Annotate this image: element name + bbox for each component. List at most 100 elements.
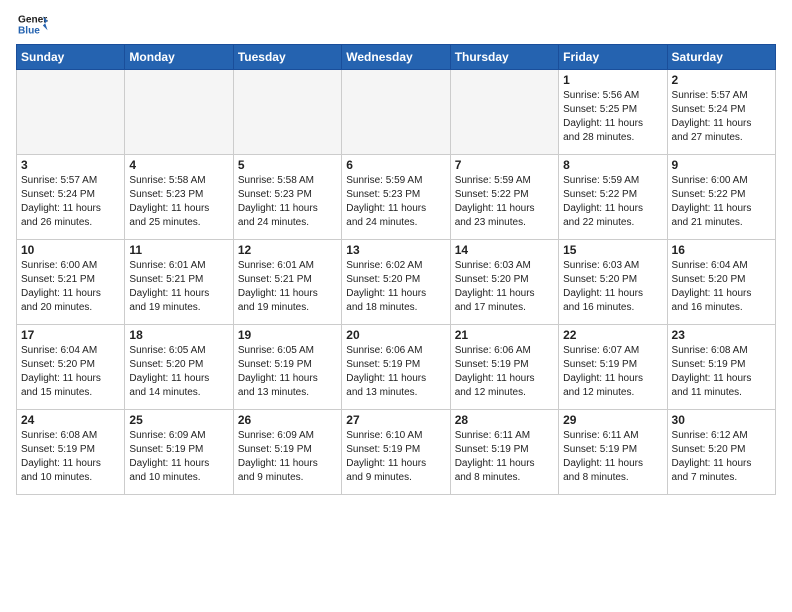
calendar-cell (342, 70, 450, 155)
day-number: 27 (346, 413, 445, 427)
calendar-cell (125, 70, 233, 155)
calendar-cell: 8 Sunrise: 5:59 AM Sunset: 5:22 PM Daylig… (559, 155, 667, 240)
day-number: 18 (129, 328, 228, 342)
day-detail: Sunrise: 6:02 AM Sunset: 5:20 PM Dayligh… (346, 259, 445, 315)
day-detail: Sunrise: 6:09 AM Sunset: 5:19 PM Dayligh… (129, 429, 228, 485)
logo: General Blue (16, 10, 48, 38)
page-header: General Blue (16, 10, 776, 38)
day-detail: Sunrise: 5:57 AM Sunset: 5:24 PM Dayligh… (21, 174, 120, 230)
day-number: 9 (672, 158, 771, 172)
day-number: 30 (672, 413, 771, 427)
calendar-week-row: 24 Sunrise: 6:08 AM Sunset: 5:19 PM Dayli… (17, 410, 776, 495)
day-number: 5 (238, 158, 337, 172)
calendar-cell: 6Sunrise: 5:59 AM Sunset: 5:23 PM Daylig… (342, 155, 450, 240)
day-detail: Sunrise: 6:03 AM Sunset: 5:20 PM Dayligh… (563, 259, 662, 315)
calendar-cell: 7 Sunrise: 5:59 AM Sunset: 5:22 PM Daylig… (450, 155, 558, 240)
calendar-day-header: Wednesday (342, 45, 450, 70)
calendar-week-row: 17 Sunrise: 6:04 AM Sunset: 5:20 PM Dayli… (17, 325, 776, 410)
day-number: 29 (563, 413, 662, 427)
calendar-cell: 28Sunrise: 6:11 AM Sunset: 5:19 PM Dayli… (450, 410, 558, 495)
day-detail: Sunrise: 6:06 AM Sunset: 5:19 PM Dayligh… (455, 344, 554, 400)
day-number: 12 (238, 243, 337, 257)
calendar-cell: 5 Sunrise: 5:58 AM Sunset: 5:23 PM Daylig… (233, 155, 341, 240)
day-detail: Sunrise: 6:04 AM Sunset: 5:20 PM Dayligh… (672, 259, 771, 315)
calendar-day-header: Monday (125, 45, 233, 70)
logo-icon: General Blue (16, 10, 48, 38)
day-number: 11 (129, 243, 228, 257)
day-number: 13 (346, 243, 445, 257)
calendar-day-header: Tuesday (233, 45, 341, 70)
day-number: 3 (21, 158, 120, 172)
day-number: 19 (238, 328, 337, 342)
calendar-cell: 30 Sunrise: 6:12 AM Sunset: 5:20 PM Dayli… (667, 410, 775, 495)
calendar-cell: 1 Sunrise: 5:56 AM Sunset: 5:25 PM Daylig… (559, 70, 667, 155)
day-number: 1 (563, 73, 662, 87)
day-number: 8 (563, 158, 662, 172)
calendar-cell: 25Sunrise: 6:09 AM Sunset: 5:19 PM Dayli… (125, 410, 233, 495)
day-detail: Sunrise: 6:06 AM Sunset: 5:19 PM Dayligh… (346, 344, 445, 400)
day-number: 21 (455, 328, 554, 342)
page-container: General Blue SundayMondayTuesdayWednesda… (0, 0, 792, 505)
calendar-cell: 4 Sunrise: 5:58 AM Sunset: 5:23 PM Daylig… (125, 155, 233, 240)
calendar-cell: 13 Sunrise: 6:02 AM Sunset: 5:20 PM Dayli… (342, 240, 450, 325)
calendar-cell: 14Sunrise: 6:03 AM Sunset: 5:20 PM Dayli… (450, 240, 558, 325)
calendar-cell: 9 Sunrise: 6:00 AM Sunset: 5:22 PM Daylig… (667, 155, 775, 240)
calendar-day-header: Thursday (450, 45, 558, 70)
day-detail: Sunrise: 6:08 AM Sunset: 5:19 PM Dayligh… (672, 344, 771, 400)
day-detail: Sunrise: 6:12 AM Sunset: 5:20 PM Dayligh… (672, 429, 771, 485)
calendar-cell: 29Sunrise: 6:11 AM Sunset: 5:19 PM Dayli… (559, 410, 667, 495)
day-detail: Sunrise: 5:58 AM Sunset: 5:23 PM Dayligh… (238, 174, 337, 230)
day-detail: Sunrise: 6:01 AM Sunset: 5:21 PM Dayligh… (129, 259, 228, 315)
day-detail: Sunrise: 6:05 AM Sunset: 5:20 PM Dayligh… (129, 344, 228, 400)
calendar-cell (450, 70, 558, 155)
day-detail: Sunrise: 5:56 AM Sunset: 5:25 PM Dayligh… (563, 89, 662, 145)
calendar-cell (233, 70, 341, 155)
calendar-table: SundayMondayTuesdayWednesdayThursdayFrid… (16, 44, 776, 495)
day-detail: Sunrise: 5:59 AM Sunset: 5:22 PM Dayligh… (563, 174, 662, 230)
calendar-day-header: Saturday (667, 45, 775, 70)
day-detail: Sunrise: 6:01 AM Sunset: 5:21 PM Dayligh… (238, 259, 337, 315)
calendar-cell: 16Sunrise: 6:04 AM Sunset: 5:20 PM Dayli… (667, 240, 775, 325)
calendar-cell (17, 70, 125, 155)
day-number: 26 (238, 413, 337, 427)
day-detail: Sunrise: 5:58 AM Sunset: 5:23 PM Dayligh… (129, 174, 228, 230)
day-detail: Sunrise: 6:07 AM Sunset: 5:19 PM Dayligh… (563, 344, 662, 400)
day-number: 24 (21, 413, 120, 427)
day-detail: Sunrise: 6:09 AM Sunset: 5:19 PM Dayligh… (238, 429, 337, 485)
svg-text:Blue: Blue (18, 25, 40, 36)
day-number: 17 (21, 328, 120, 342)
calendar-cell: 19 Sunrise: 6:05 AM Sunset: 5:19 PM Dayli… (233, 325, 341, 410)
day-detail: Sunrise: 6:04 AM Sunset: 5:20 PM Dayligh… (21, 344, 120, 400)
day-detail: Sunrise: 6:10 AM Sunset: 5:19 PM Dayligh… (346, 429, 445, 485)
day-detail: Sunrise: 5:59 AM Sunset: 5:22 PM Dayligh… (455, 174, 554, 230)
calendar-cell: 10 Sunrise: 6:00 AM Sunset: 5:21 PM Dayli… (17, 240, 125, 325)
calendar-cell: 15Sunrise: 6:03 AM Sunset: 5:20 PM Dayli… (559, 240, 667, 325)
calendar-cell: 24 Sunrise: 6:08 AM Sunset: 5:19 PM Dayli… (17, 410, 125, 495)
calendar-cell: 17 Sunrise: 6:04 AM Sunset: 5:20 PM Dayli… (17, 325, 125, 410)
calendar-cell: 23 Sunrise: 6:08 AM Sunset: 5:19 PM Dayli… (667, 325, 775, 410)
day-detail: Sunrise: 5:57 AM Sunset: 5:24 PM Dayligh… (672, 89, 771, 145)
day-number: 2 (672, 73, 771, 87)
calendar-cell: 27 Sunrise: 6:10 AM Sunset: 5:19 PM Dayli… (342, 410, 450, 495)
calendar-header-row: SundayMondayTuesdayWednesdayThursdayFrid… (17, 45, 776, 70)
calendar-cell: 20Sunrise: 6:06 AM Sunset: 5:19 PM Dayli… (342, 325, 450, 410)
day-detail: Sunrise: 6:03 AM Sunset: 5:20 PM Dayligh… (455, 259, 554, 315)
day-number: 23 (672, 328, 771, 342)
calendar-cell: 3 Sunrise: 5:57 AM Sunset: 5:24 PM Daylig… (17, 155, 125, 240)
calendar-cell: 11 Sunrise: 6:01 AM Sunset: 5:21 PM Dayli… (125, 240, 233, 325)
calendar-cell: 2 Sunrise: 5:57 AM Sunset: 5:24 PM Daylig… (667, 70, 775, 155)
calendar-cell: 26 Sunrise: 6:09 AM Sunset: 5:19 PM Dayli… (233, 410, 341, 495)
calendar-week-row: 1 Sunrise: 5:56 AM Sunset: 5:25 PM Daylig… (17, 70, 776, 155)
calendar-cell: 22 Sunrise: 6:07 AM Sunset: 5:19 PM Dayli… (559, 325, 667, 410)
day-number: 10 (21, 243, 120, 257)
day-number: 4 (129, 158, 228, 172)
day-detail: Sunrise: 6:08 AM Sunset: 5:19 PM Dayligh… (21, 429, 120, 485)
day-detail: Sunrise: 6:05 AM Sunset: 5:19 PM Dayligh… (238, 344, 337, 400)
day-number: 28 (455, 413, 554, 427)
svg-text:General: General (18, 14, 48, 25)
day-number: 7 (455, 158, 554, 172)
day-detail: Sunrise: 6:00 AM Sunset: 5:22 PM Dayligh… (672, 174, 771, 230)
day-detail: Sunrise: 6:00 AM Sunset: 5:21 PM Dayligh… (21, 259, 120, 315)
calendar-cell: 12 Sunrise: 6:01 AM Sunset: 5:21 PM Dayli… (233, 240, 341, 325)
day-number: 22 (563, 328, 662, 342)
